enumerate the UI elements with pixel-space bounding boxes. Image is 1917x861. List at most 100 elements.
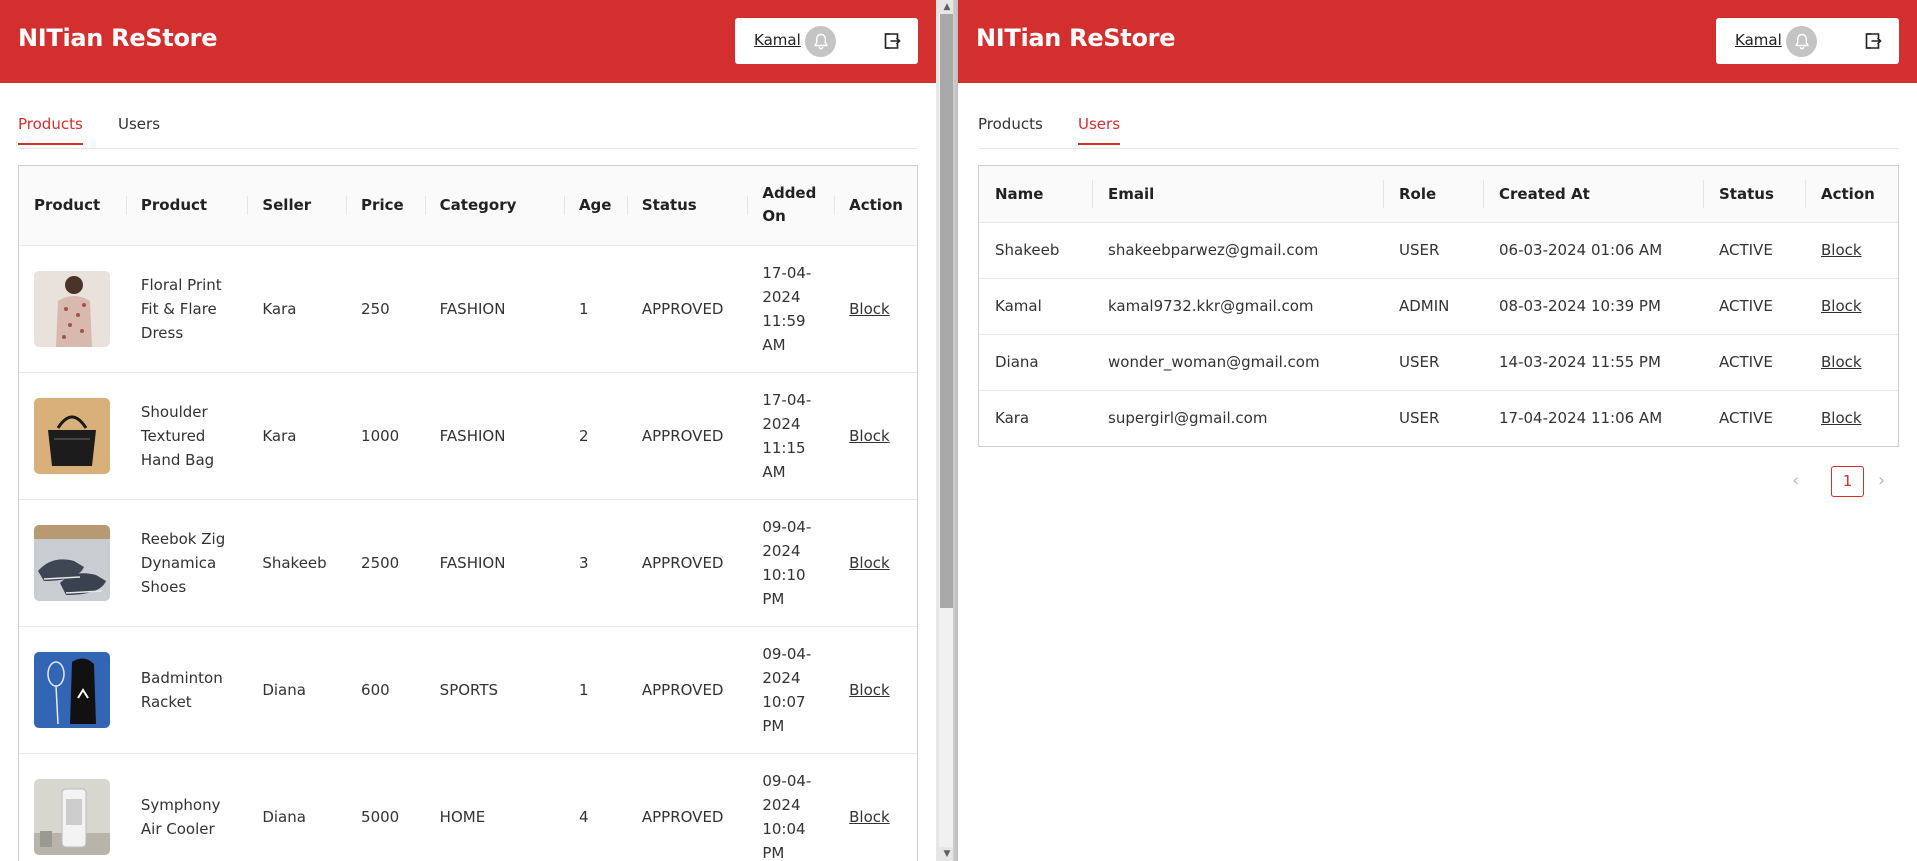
seller-cell: Kara	[247, 245, 347, 373]
added-on-cell: 09-04-2024 10:07 PM	[747, 626, 835, 754]
col-header: Seller	[247, 166, 347, 246]
product-name: Floral Print Fit & Flare Dress	[125, 245, 248, 373]
block-product-link[interactable]: Block	[849, 808, 890, 826]
price-cell: 2500	[346, 499, 425, 627]
app-header: NITian ReStore Kamal	[0, 0, 936, 83]
user-name-cell: Kamal	[979, 278, 1092, 335]
col-header: Product	[125, 166, 248, 246]
user-email-cell: kamal9732.kkr@gmail.com	[1092, 278, 1383, 335]
logout-icon[interactable]	[882, 31, 902, 51]
notification-bell-icon[interactable]	[805, 26, 836, 57]
brand-logo[interactable]: NITian ReStore	[18, 24, 217, 52]
shoes-photo-icon	[34, 524, 110, 601]
block-product-link[interactable]: Block	[849, 554, 890, 572]
user-email-cell: shakeebparwez@gmail.com	[1092, 222, 1383, 279]
status-cell: APPROVED	[626, 499, 748, 627]
table-header-row: Product Product Seller Price Category Ag…	[19, 166, 917, 246]
block-user-link[interactable]: Block	[1821, 409, 1862, 427]
product-name: Shoulder Textured Hand Bag	[125, 372, 248, 500]
col-header: Status	[1703, 166, 1805, 223]
col-header: Status	[626, 166, 748, 246]
products-pane: NITian ReStore Kamal Products Users Prod…	[0, 0, 936, 861]
user-created-cell: 17-04-2024 11:06 AM	[1499, 409, 1663, 428]
block-user-link[interactable]: Block	[1821, 297, 1862, 315]
products-table: Product Product Seller Price Category Ag…	[18, 165, 918, 861]
price-cell: 600	[346, 626, 425, 754]
prev-page-icon[interactable]: ‹	[1792, 470, 1799, 491]
handbag-photo-icon	[34, 397, 110, 474]
username-link[interactable]: Kamal	[1735, 31, 1782, 49]
tab-bar: Products Users	[18, 115, 918, 149]
user-role-cell: ADMIN	[1383, 278, 1483, 335]
user-email-cell: wonder_woman@gmail.com	[1092, 334, 1383, 391]
col-header: Action	[834, 166, 917, 246]
tab-products[interactable]: Products	[978, 115, 1043, 143]
col-header: Category	[424, 166, 564, 246]
table-header-row: Name Email Role Created At Status Action	[979, 166, 1898, 223]
age-cell: 1	[563, 245, 627, 373]
col-header: Product	[19, 166, 126, 246]
status-cell: APPROVED	[626, 372, 748, 500]
app-header: NITian ReStore Kamal	[958, 0, 1917, 83]
block-user-link[interactable]: Block	[1821, 353, 1862, 371]
age-cell: 2	[563, 372, 627, 500]
category-cell: SPORTS	[424, 626, 564, 754]
user-created-cell: 14-03-2024 11:55 PM	[1483, 334, 1703, 391]
category-cell: FASHION	[424, 499, 564, 627]
age-cell: 1	[563, 626, 627, 754]
user-created-cell: 08-03-2024 10:39 PM	[1483, 278, 1703, 335]
price-cell: 250	[346, 245, 425, 373]
product-name: Badminton Racket	[125, 626, 248, 754]
block-product-link[interactable]: Block	[849, 681, 890, 699]
cooler-photo-icon	[34, 778, 110, 855]
block-user-link[interactable]: Block	[1821, 241, 1862, 259]
users-pane: NITian ReStore Kamal Products Users Name…	[958, 0, 1917, 861]
user-menu: Kamal	[1716, 18, 1899, 64]
product-name: Reebok Zig Dynamica Shoes	[125, 499, 248, 627]
brand-logo[interactable]: NITian ReStore	[976, 24, 1175, 52]
added-on-cell: 09-04-2024 10:04 PM	[747, 753, 835, 861]
logout-icon[interactable]	[1863, 31, 1883, 51]
block-product-link[interactable]: Block	[849, 427, 890, 445]
notification-bell-icon[interactable]	[1786, 26, 1817, 57]
next-page-icon[interactable]: ›	[1878, 470, 1885, 491]
user-name-cell: Shakeeb	[979, 222, 1092, 279]
col-header: Price	[346, 166, 425, 246]
tab-users[interactable]: Users	[1078, 115, 1121, 145]
user-email-cell: supergirl@gmail.com	[1108, 409, 1268, 428]
scroll-down-arrow-icon[interactable]: ▼	[942, 849, 952, 859]
age-cell: 4	[563, 753, 627, 861]
tab-products[interactable]: Products	[18, 115, 83, 145]
table-row: Floral Print Fit & Flare Dress Kara 250 …	[19, 245, 917, 373]
user-name-cell: Diana	[979, 334, 1092, 391]
user-status-cell: ACTIVE	[1703, 278, 1805, 335]
user-status-cell: ACTIVE	[1703, 334, 1805, 391]
col-header: Age	[563, 166, 627, 246]
scroll-up-arrow-icon[interactable]: ▲	[942, 2, 952, 12]
status-cell: APPROVED	[626, 753, 748, 861]
table-row: Diana wonder_woman@gmail.com USER 14-03-…	[979, 334, 1898, 391]
col-header: Created At	[1483, 166, 1703, 223]
dress-photo-icon	[34, 270, 110, 347]
seller-cell: Diana	[247, 626, 347, 754]
user-role-cell: USER	[1399, 409, 1440, 428]
col-header: Name	[979, 166, 1092, 223]
scrollbar-thumb[interactable]	[940, 14, 954, 608]
racket-photo-icon	[34, 651, 110, 728]
table-row: Symphony Air Cooler Diana 5000 HOME 4 AP…	[19, 753, 917, 861]
category-cell: FASHION	[424, 372, 564, 500]
page-number-button[interactable]: 1	[1831, 466, 1864, 497]
seller-cell: Kara	[247, 372, 347, 500]
age-cell: 3	[563, 499, 627, 627]
price-cell: 1000	[346, 372, 425, 500]
category-cell: FASHION	[424, 245, 564, 373]
user-name-cell: Kara	[995, 409, 1030, 428]
tab-bar: Products Users	[978, 115, 1899, 149]
block-product-link[interactable]: Block	[849, 300, 890, 318]
col-header: Action	[1805, 166, 1898, 223]
users-table: Name Email Role Created At Status Action…	[978, 165, 1899, 447]
username-link[interactable]: Kamal	[754, 31, 801, 49]
tab-users[interactable]: Users	[118, 115, 160, 143]
col-header: Added On	[747, 166, 835, 246]
vertical-scrollbar[interactable]: ▲ ▼	[936, 0, 958, 861]
